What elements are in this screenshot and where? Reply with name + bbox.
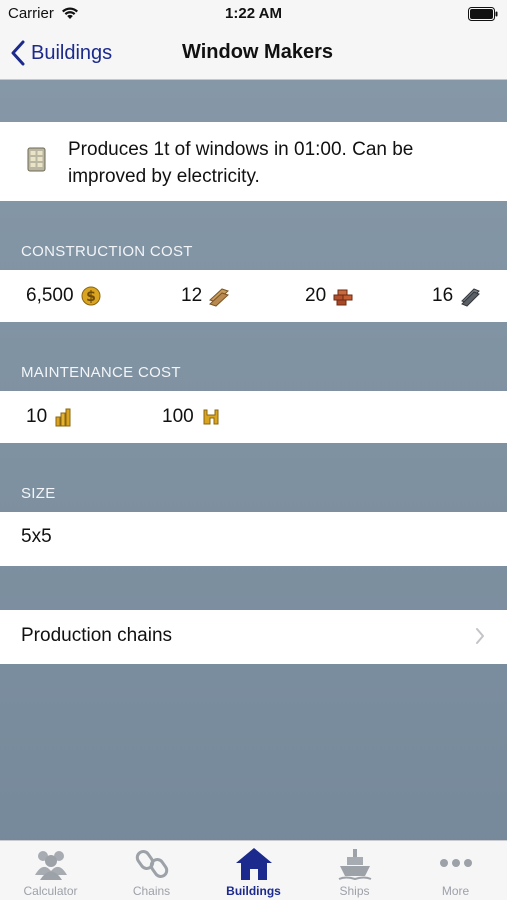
- cost-value: 20: [305, 285, 327, 306]
- windows-good-icon: [27, 147, 46, 172]
- more-icon: [439, 859, 472, 867]
- people-icon: [34, 851, 67, 880]
- cost-value: 100: [162, 406, 194, 427]
- tab-bar: Calculator Chains Buildings Ships More: [0, 840, 507, 900]
- tab-buildings[interactable]: Buildings: [203, 841, 304, 900]
- production-chains-row[interactable]: Production chains: [0, 610, 507, 664]
- tab-calculator[interactable]: Calculator: [0, 841, 101, 900]
- description-text: Produces 1t of windows in 01:00. Can be …: [68, 139, 414, 187]
- description-cell: Produces 1t of windows in 01:00. Can be …: [0, 122, 507, 201]
- construction-cost-timber: 12: [181, 270, 230, 322]
- cost-value: 6,500: [26, 285, 74, 306]
- battery-icon: [468, 7, 498, 21]
- maintenance-cost-workforce: 100: [162, 391, 222, 443]
- tab-chains[interactable]: Chains: [101, 841, 202, 900]
- workforce-icon: [203, 409, 219, 425]
- tab-label: Ships: [339, 884, 370, 898]
- maintenance-cost-cell: 10 100: [0, 391, 507, 443]
- cost-value: 10: [26, 406, 48, 427]
- tab-label: Buildings: [226, 884, 281, 898]
- svg-text:$: $: [86, 289, 96, 305]
- coin-icon: $: [81, 286, 101, 306]
- tab-more[interactable]: More: [405, 841, 506, 900]
- construction-cost-header: CONSTRUCTION COST: [21, 243, 193, 260]
- page-title: Window Makers: [182, 41, 333, 63]
- construction-cost-steel: 16: [432, 270, 481, 322]
- size-value: 5x5: [21, 526, 52, 547]
- construction-cost-money: 6,500 $: [26, 270, 102, 322]
- tab-ships[interactable]: Ships: [304, 841, 405, 900]
- cost-value: 16: [432, 285, 454, 306]
- coin-stack-icon: [55, 408, 71, 427]
- tab-label: Chains: [132, 884, 171, 898]
- construction-cost-cell: 6,500 $ 12 20 16: [0, 270, 507, 322]
- house-icon: [235, 848, 272, 880]
- chevron-right-icon: [476, 628, 484, 644]
- bricks-icon: [333, 289, 353, 306]
- tab-label: Calculator: [23, 884, 78, 898]
- construction-cost-bricks: 20: [305, 270, 354, 322]
- steel-beam-icon: [461, 288, 481, 307]
- timber-icon: [209, 288, 230, 307]
- status-bar: Carrier 1:22 AM: [0, 0, 507, 28]
- production-chains-label: Production chains: [21, 625, 173, 646]
- tab-label: More: [441, 884, 470, 898]
- navigation-bar: Buildings Window Makers: [0, 28, 507, 80]
- size-header: SIZE: [21, 485, 56, 502]
- maintenance-cost-header: MAINTENANCE COST: [21, 364, 181, 381]
- ship-icon: [338, 849, 371, 881]
- chain-icon: [135, 850, 168, 878]
- size-cell: 5x5: [0, 512, 507, 566]
- status-time: 1:22 AM: [225, 5, 282, 22]
- cost-value: 12: [181, 285, 203, 306]
- maintenance-cost-money: 10: [26, 391, 75, 443]
